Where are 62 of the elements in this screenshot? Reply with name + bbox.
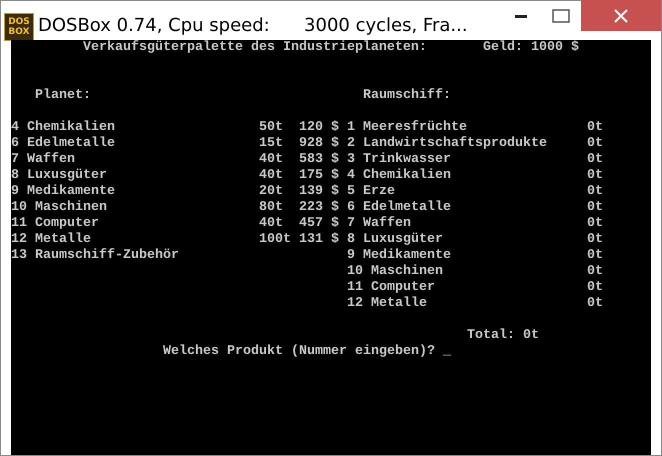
ship-good-amount: 0t — [587, 120, 604, 136]
planet-good-weight: 80t — [259, 200, 284, 216]
ship-good-amount: 0t — [587, 248, 604, 264]
ship-good-amount: 0t — [587, 152, 604, 168]
ship-good-name: 1 Meeresfrüchte — [347, 120, 468, 136]
ship-good-amount: 0t — [587, 136, 604, 152]
ship-good-name: 2 Landwirtschaftsprodukte — [347, 136, 548, 152]
planet-good-name: 10 Maschinen — [11, 200, 108, 216]
ship-good-name: 10 Maschinen — [347, 264, 444, 280]
ship-good-amount: 0t — [587, 216, 604, 232]
ship-heading: Raumschiff: — [363, 88, 452, 104]
planet-good-name: 6 Edelmetalle — [11, 136, 116, 152]
maximize-icon — [552, 8, 570, 22]
planet-good-name: 7 Waffen — [11, 152, 76, 168]
close-button[interactable] — [581, 0, 661, 31]
ship-good-name: 9 Medikamente — [347, 248, 452, 264]
ship-good-name: 11 Computer — [347, 280, 436, 296]
ship-good-amount: 0t — [587, 232, 604, 248]
ship-good-name: 8 Luxusgüter — [347, 232, 444, 248]
planet-good-price: 457 $ — [299, 216, 339, 232]
minimize-icon — [515, 14, 527, 18]
planet-good-name: 13 Raumschiff-Zubehör — [11, 248, 180, 264]
app-logo: DOS BOX — [4, 13, 34, 41]
planet-good-price: 175 $ — [299, 168, 339, 184]
planet-good-name: 8 Luxusgüter — [11, 168, 108, 184]
planet-good-name: 11 Computer — [11, 216, 100, 232]
window-title: DOSBox 0.74, Cpu speed: 3000 cycles, Fra... — [38, 14, 469, 38]
text-cursor: _ — [443, 344, 451, 360]
planet-good-price: 131 $ — [299, 232, 339, 248]
ship-good-name: 6 Edelmetalle — [347, 200, 452, 216]
planet-good-weight: 20t — [259, 184, 284, 200]
close-icon — [614, 8, 628, 22]
input-prompt: Welches Produkt (Nummer eingeben)? — [163, 344, 436, 360]
planet-good-price: 223 $ — [299, 200, 339, 216]
planet-good-weight: 50t — [259, 120, 284, 136]
ship-good-amount: 0t — [587, 200, 604, 216]
planet-good-price: 583 $ — [299, 152, 339, 168]
planet-heading: Planet: — [35, 88, 92, 104]
planet-good-weight: 100t — [259, 232, 292, 248]
screen-heading: Verkaufsgüterpalette des Industrieplaneten: — [83, 40, 428, 56]
ship-good-name: 7 Waffen — [347, 216, 412, 232]
planet-good-price: 139 $ — [299, 184, 339, 200]
planet-good-name: 9 Medikamente — [11, 184, 116, 200]
ship-good-name: 3 Trinkwasser — [347, 152, 452, 168]
ship-good-amount: 0t — [587, 168, 604, 184]
planet-good-weight: 40t — [259, 168, 284, 184]
ship-good-amount: 0t — [587, 296, 604, 312]
ship-good-name: 5 Erze — [347, 184, 396, 200]
ship-good-name: 12 Metalle — [347, 296, 428, 312]
ship-good-amount: 0t — [587, 280, 604, 296]
planet-good-price: 120 $ — [299, 120, 339, 136]
planet-good-name: 4 Chemikalien — [11, 120, 116, 136]
total-label: Total: 0t — [467, 328, 540, 344]
ship-good-amount: 0t — [587, 264, 604, 280]
ship-good-amount: 0t — [587, 184, 604, 200]
planet-good-name: 12 Metalle — [11, 232, 92, 248]
money-label: Geld: 1000 $ — [483, 40, 580, 56]
planet-good-weight: 40t — [259, 152, 284, 168]
ship-good-name: 4 Chemikalien — [347, 168, 452, 184]
planet-good-price: 928 $ — [299, 136, 339, 152]
planet-good-weight: 15t — [259, 136, 284, 152]
planet-good-weight: 40t — [259, 216, 284, 232]
